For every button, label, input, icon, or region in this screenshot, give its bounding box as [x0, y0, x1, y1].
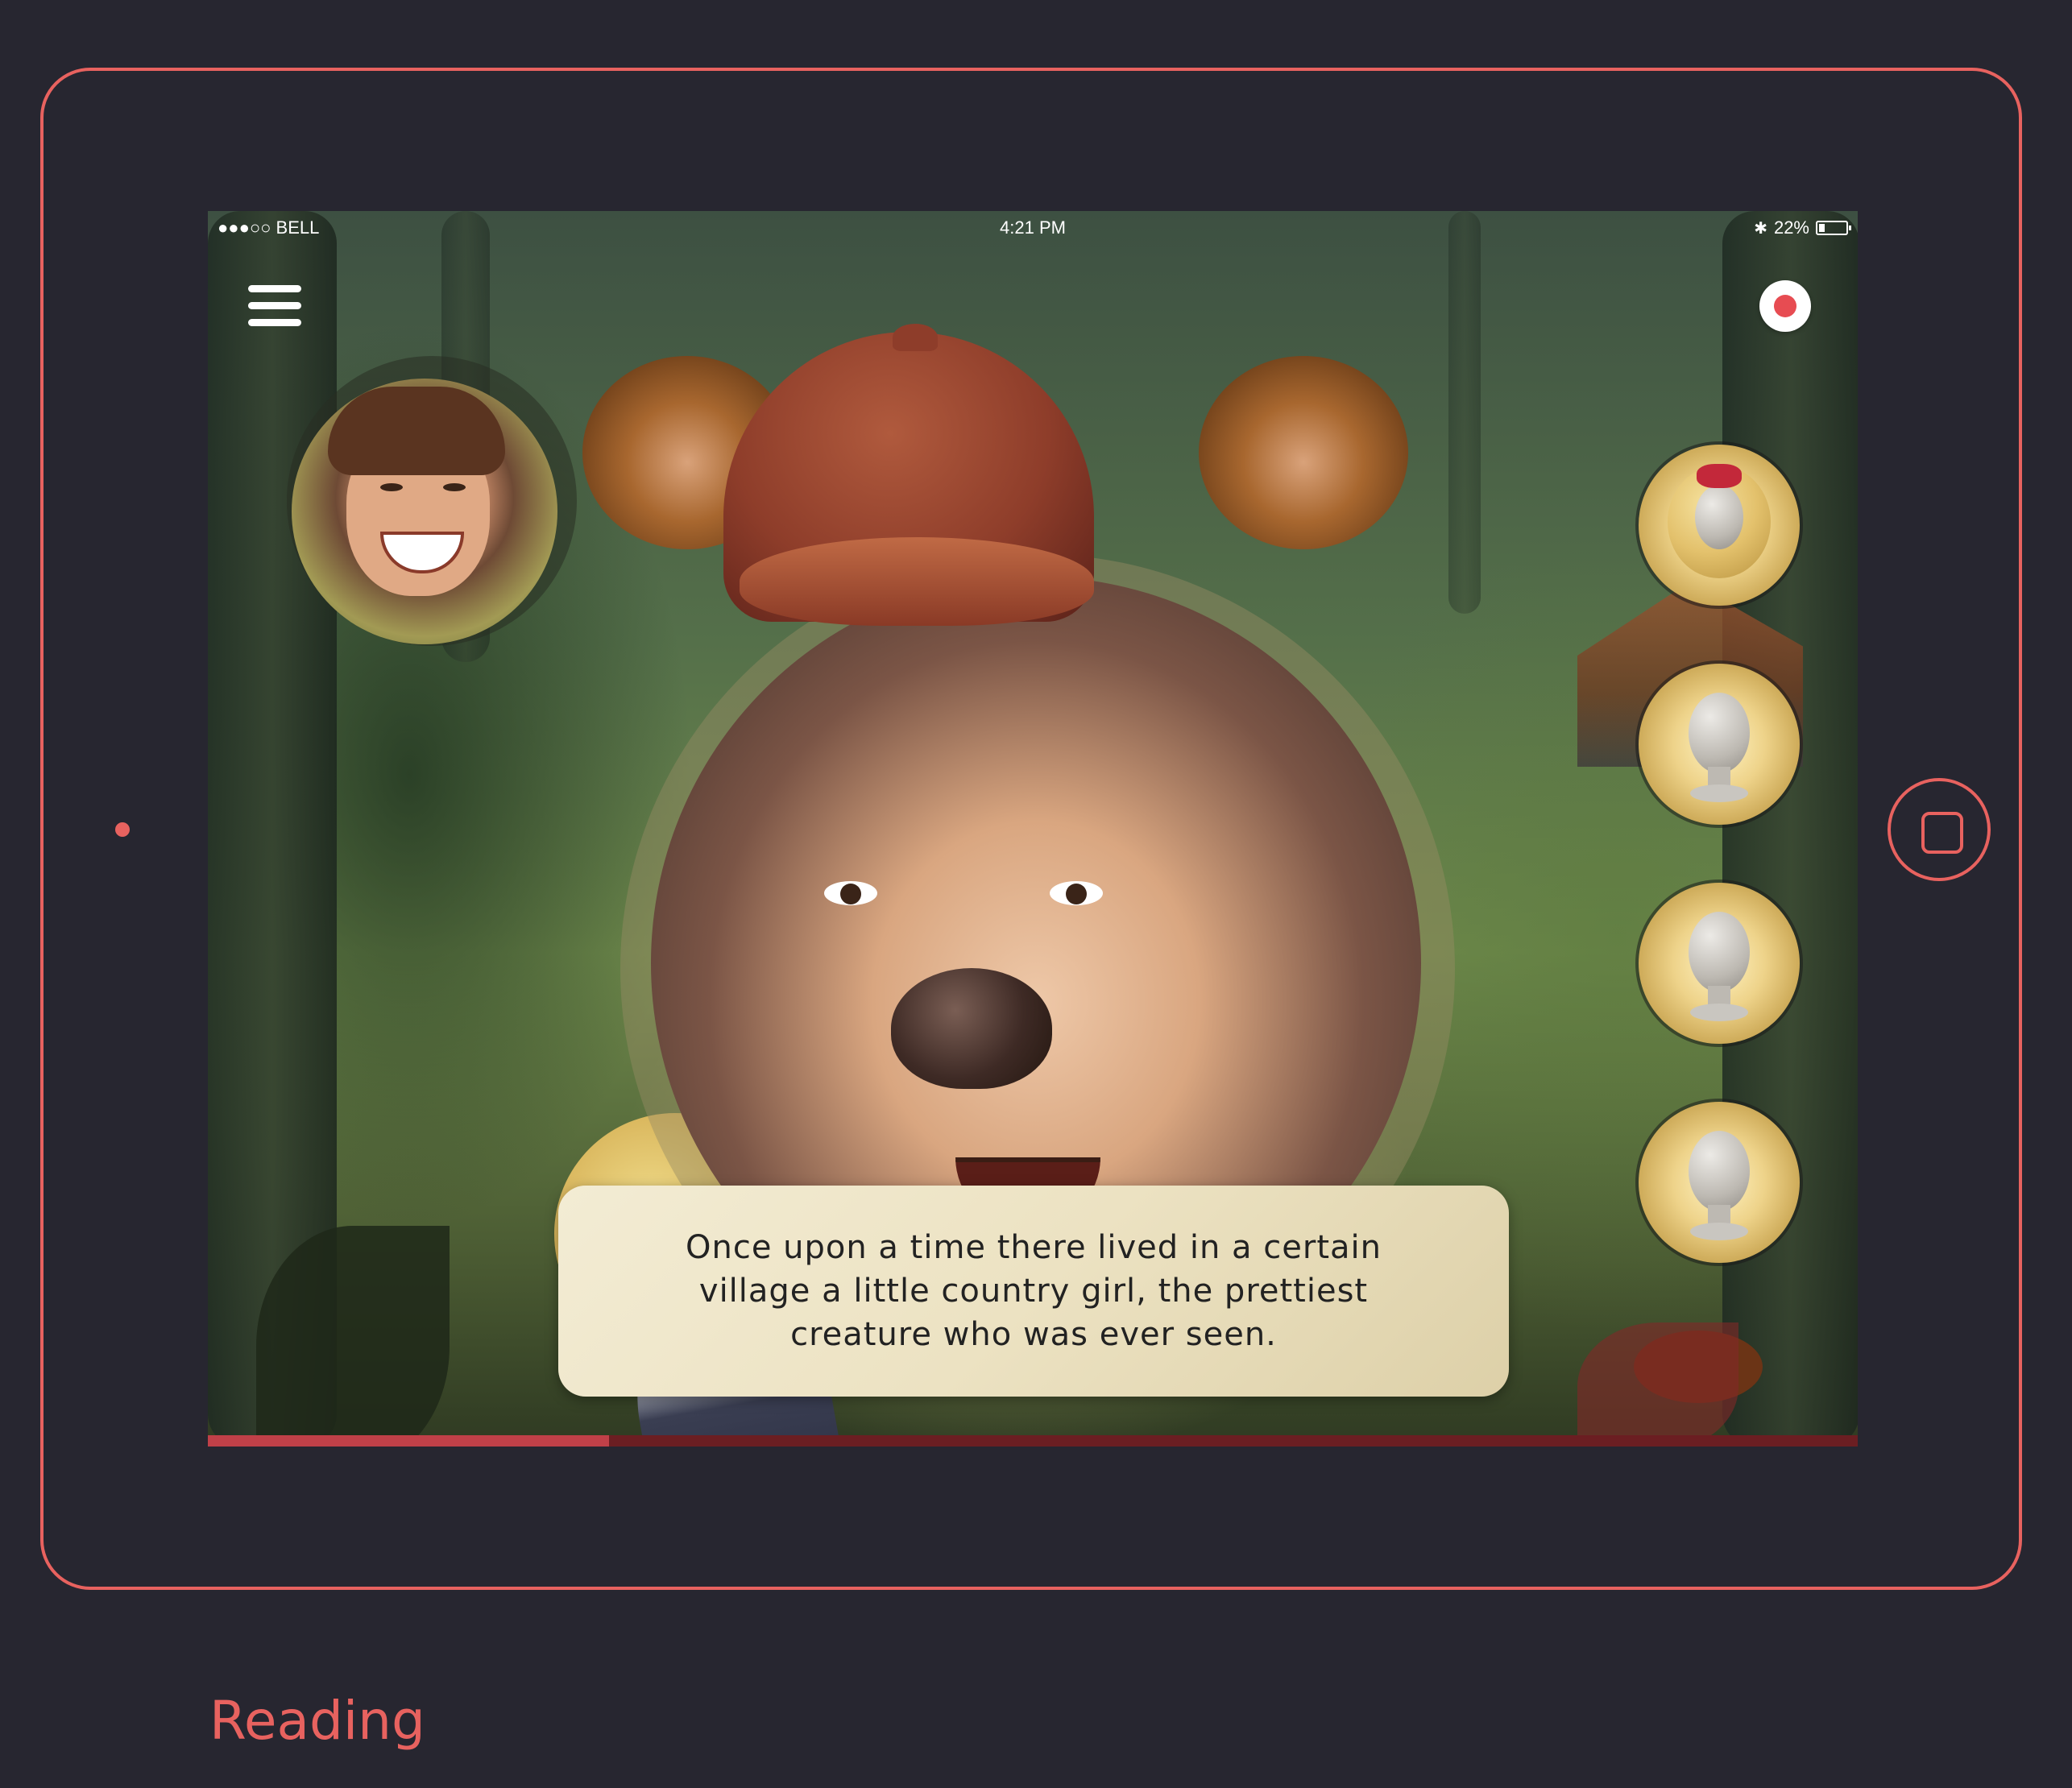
battery-percent: 22%: [1773, 217, 1809, 238]
battery-icon: [1816, 221, 1851, 235]
foreground-leaf: [256, 1226, 450, 1447]
red-bow-icon: [1697, 464, 1742, 488]
avatar-hair: [328, 387, 505, 475]
cap-brim: [740, 537, 1094, 626]
mask-disc: [1639, 664, 1800, 825]
bear-nose: [891, 968, 1052, 1089]
cap-button: [893, 324, 938, 351]
story-text: Once upon a time there lived in a certai…: [685, 1229, 1382, 1353]
mask-disc: [1639, 445, 1800, 606]
record-button[interactable]: [1759, 280, 1811, 332]
background-tree: [1448, 211, 1481, 614]
bear-ear-right: [1199, 356, 1408, 549]
child-eye: [1050, 881, 1103, 905]
reader-avatar[interactable]: [292, 379, 557, 644]
mask-option-goldilocks[interactable]: [1635, 441, 1803, 609]
mask-disc: [1639, 1102, 1800, 1263]
mask-option-empty[interactable]: [1635, 1099, 1803, 1266]
home-button[interactable]: [1888, 778, 1991, 881]
mask-option-empty[interactable]: [1635, 660, 1803, 828]
screen-caption: Reading: [209, 1690, 425, 1752]
menu-button[interactable]: [248, 285, 301, 327]
mannequin-base: [1690, 1223, 1748, 1240]
mannequin-base: [1690, 784, 1748, 802]
avatar-eye: [380, 483, 403, 491]
status-right: ✱ 22%: [1754, 217, 1851, 238]
avatar-eye: [443, 483, 466, 491]
app-screen: ●●●○○ BELL 4:21 PM ✱ 22% Once upon a tim…: [208, 211, 1858, 1447]
menu-icon-bar: [248, 302, 301, 309]
reading-progress-fill: [208, 1435, 609, 1447]
record-icon: [1774, 295, 1796, 317]
child-eye: [824, 881, 877, 905]
menu-icon-bar: [248, 285, 301, 292]
mask-option-empty[interactable]: [1635, 880, 1803, 1047]
home-button-icon: [1921, 812, 1963, 854]
battery-fill: [1819, 224, 1825, 232]
reading-progress-bar[interactable]: [208, 1435, 1858, 1447]
menu-icon-bar: [248, 319, 301, 326]
mannequin-head-icon: [1689, 912, 1750, 992]
mannequin-head-icon: [1689, 693, 1750, 773]
mannequin-base: [1690, 1004, 1748, 1021]
story-text-box: Once upon a time there lived in a certai…: [558, 1186, 1509, 1397]
status-bar: ●●●○○ BELL 4:21 PM ✱ 22%: [208, 211, 1858, 243]
mannequin-head-icon: [1695, 485, 1743, 549]
foreground-leaf: [1577, 1322, 1738, 1447]
tablet-camera-dot: [115, 822, 130, 837]
mask-disc: [1639, 883, 1800, 1044]
status-time: 4:21 PM: [1000, 217, 1066, 238]
mannequin-head-icon: [1689, 1131, 1750, 1211]
bluetooth-icon: ✱: [1754, 219, 1767, 238]
